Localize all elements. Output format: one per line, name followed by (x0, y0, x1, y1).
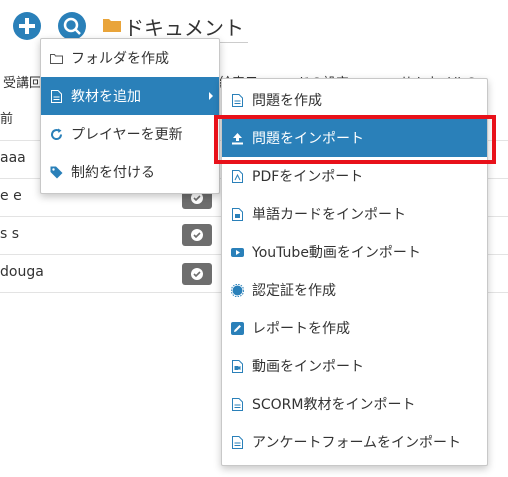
table-row-name[interactable]: douga (0, 264, 44, 280)
video-file-icon (230, 359, 244, 373)
document-icon (230, 397, 244, 411)
submenu-item-import-word-cards[interactable]: 単語カードをインポート (222, 195, 487, 233)
menu-item-add-material[interactable]: 教材を追加 (41, 77, 219, 115)
search-button[interactable] (58, 12, 86, 40)
submenu-item-import-video[interactable]: 動画をインポート (222, 347, 487, 385)
edit-icon (230, 321, 244, 335)
folder-icon (103, 19, 121, 32)
tag-icon (49, 165, 63, 179)
page-title: ドキュメント (124, 16, 244, 40)
refresh-icon (49, 127, 63, 141)
menu-item-update-player[interactable]: プレイヤーを更新 (41, 115, 219, 153)
column-header-lesson: 受講回 (3, 76, 43, 91)
chevron-right-icon (209, 92, 213, 100)
pdf-icon (230, 169, 244, 183)
card-icon (230, 207, 244, 221)
document-icon (49, 89, 63, 103)
add-button[interactable] (13, 12, 41, 40)
search-icon (63, 17, 81, 35)
folder-outline-icon (49, 51, 63, 65)
row-action-button[interactable] (182, 224, 212, 246)
plus-icon (19, 18, 35, 34)
document-icon (230, 435, 244, 449)
menu-item-create-folder[interactable]: フォルダを作成 (41, 39, 219, 77)
submenu-item-create-question[interactable]: 問題を作成 (222, 81, 487, 119)
table-row-name[interactable]: s s (0, 226, 19, 242)
submenu-item-import-scorm[interactable]: SCORM教材をインポート (222, 385, 487, 423)
context-menu: フォルダを作成 教材を追加 プレイヤーを更新 制約を付ける (40, 38, 220, 194)
menu-item-add-restriction[interactable]: 制約を付ける (41, 153, 219, 191)
highlight-annotation (214, 115, 496, 164)
column-header-name: 前 (0, 112, 14, 127)
check-icon (191, 268, 203, 280)
certificate-icon (230, 283, 244, 297)
submenu-item-import-survey[interactable]: アンケートフォームをインポート (222, 423, 487, 461)
row-action-button[interactable] (182, 263, 212, 285)
document-icon (230, 93, 244, 107)
check-icon (191, 229, 203, 241)
table-row-name[interactable]: e e (0, 188, 22, 204)
submenu-item-create-certificate[interactable]: 認定証を作成 (222, 271, 487, 309)
submenu-item-import-youtube[interactable]: YouTube動画をインポート (222, 233, 487, 271)
table-row-name[interactable]: aaa (0, 150, 26, 166)
submenu-item-create-report[interactable]: レポートを作成 (222, 309, 487, 347)
youtube-icon (230, 245, 244, 259)
